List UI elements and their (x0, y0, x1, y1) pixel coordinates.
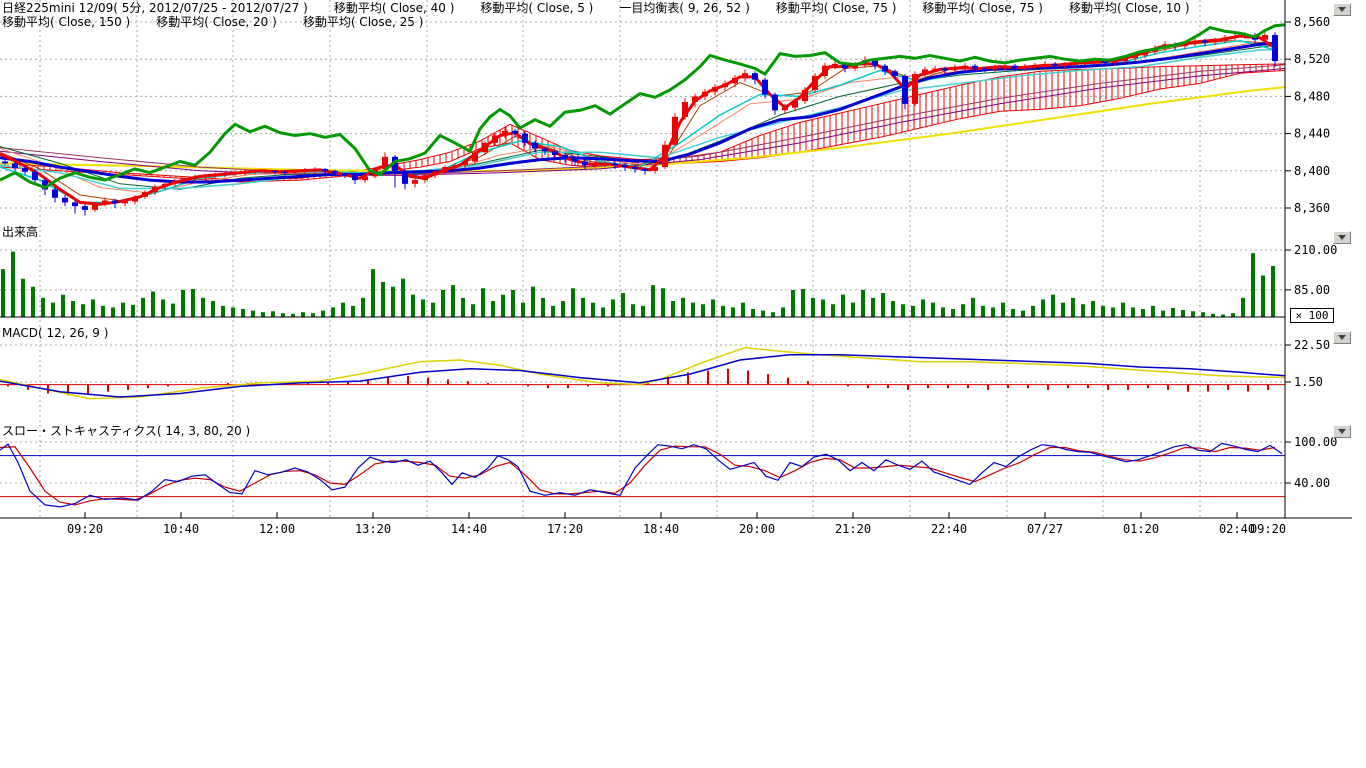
y-axis-tick-label: 8,400 (1294, 164, 1330, 178)
x-axis-tick-label: 10:40 (163, 522, 199, 536)
gridlines (0, 0, 1285, 518)
y-axis-tick-label: 210.00 (1294, 243, 1337, 257)
legend-indicator: 移動平均( Close, 150 ) (2, 16, 130, 29)
volume-unit-box: × 100 (1290, 308, 1334, 323)
legend-indicator: 移動平均( Close, 5 ) (480, 2, 593, 15)
chart-canvas: 09:20 10:40 12:00 13:20 14:40 17:20 18:40 20:00… (0, 0, 1366, 545)
legend-indicator: 移動平均( Close, 10 ) (1069, 2, 1190, 15)
y-axis-tick-label: 8,520 (1294, 52, 1330, 66)
chart-application-window: 09:20 10:40 12:00 13:20 14:40 17:20 18:40 20:00… (0, 0, 1366, 768)
macd-panel-title: MACD( 12, 26, 9 ) (2, 327, 108, 340)
x-axis-tick-label: 20:00 (739, 522, 775, 536)
stochastics-panel-title: スロー・ストキャスティクス( 14, 3, 80, 20 ) (2, 425, 250, 438)
y-axis-tick-label: 85.00 (1294, 283, 1330, 297)
y-axis-tick-label: 1.50 (1294, 375, 1323, 389)
stochastics-panel-dropdown-button[interactable] (1333, 425, 1351, 438)
series-title: 日経225mini 12/09( 5分, 2012/07/25 - 2012/0… (2, 2, 308, 15)
x-axis-tick-label: 18:40 (643, 522, 679, 536)
stochastics-panel (0, 443, 1285, 507)
legend-indicator: 移動平均( Close, 40 ) (334, 2, 455, 15)
legend-indicator: 一目均衡表( 9, 26, 52 ) (619, 2, 749, 15)
legend-indicator: 移動平均( Close, 75 ) (922, 2, 1043, 15)
volume-panel-dropdown-button[interactable] (1333, 231, 1351, 244)
chevron-down-icon (1338, 7, 1346, 12)
legend-row-2: 移動平均( Close, 150 ) 移動平均( Close, 20 ) 移動平均(… (2, 16, 423, 29)
price-panel-dropdown-button[interactable] (1333, 3, 1351, 16)
macd-panel (0, 348, 1285, 399)
legend-indicator: 移動平均( Close, 20 ) (156, 16, 277, 29)
macd-axis-labels: 22.50 1.50 (1285, 338, 1330, 389)
y-axis-tick-label: 22.50 (1294, 338, 1330, 352)
legend-indicator: 移動平均( Close, 25 ) (303, 16, 424, 29)
chikou-span-line (0, 25, 1285, 188)
x-axis-tick-label: 01:20 (1123, 522, 1159, 536)
x-axis-tick-label: 22:40 (931, 522, 967, 536)
chevron-down-icon (1338, 429, 1346, 434)
x-axis-tick-label: 12:00 (259, 522, 295, 536)
x-axis-tick-label: 07/27 (1027, 522, 1063, 536)
x-axis-labels: 09:20 10:40 12:00 13:20 14:40 17:20 18:40 20:00… (67, 522, 1286, 536)
x-axis-tick-label: 09:20 (1250, 522, 1286, 536)
volume-bars (0, 252, 1285, 317)
y-axis-tick-label: 100.00 (1294, 435, 1337, 449)
x-axis-tick-label: 17:20 (547, 522, 583, 536)
y-axis-tick-label: 8,480 (1294, 89, 1330, 103)
x-axis-tick-label: 14:40 (451, 522, 487, 536)
x-axis-tick-label: 21:20 (835, 522, 871, 536)
legend-indicator: 移動平均( Close, 75 ) (776, 2, 897, 15)
x-axis-tick-label: 13:20 (355, 522, 391, 536)
volume-axis-labels: 210.00 85.00 (1285, 243, 1337, 297)
price-axis-labels: 8,560 8,520 8,480 8,440 8,400 8,360 (1285, 15, 1330, 215)
y-axis-tick-label: 8,560 (1294, 15, 1330, 29)
chevron-down-icon (1338, 235, 1346, 240)
macd-panel-dropdown-button[interactable] (1333, 331, 1351, 344)
x-axis-tick-label: 09:20 (67, 522, 103, 536)
y-axis-tick-label: 40.00 (1294, 476, 1330, 490)
volume-panel-title: 出来高 (2, 226, 38, 239)
chevron-down-icon (1338, 335, 1346, 340)
stochastics-axis-labels: 100.00 40.00 (1285, 435, 1337, 490)
y-axis-tick-label: 8,440 (1294, 127, 1330, 141)
y-axis-tick-label: 8,360 (1294, 201, 1330, 215)
legend-row-1: 日経225mini 12/09( 5分, 2012/07/25 - 2012/0… (2, 2, 1190, 15)
